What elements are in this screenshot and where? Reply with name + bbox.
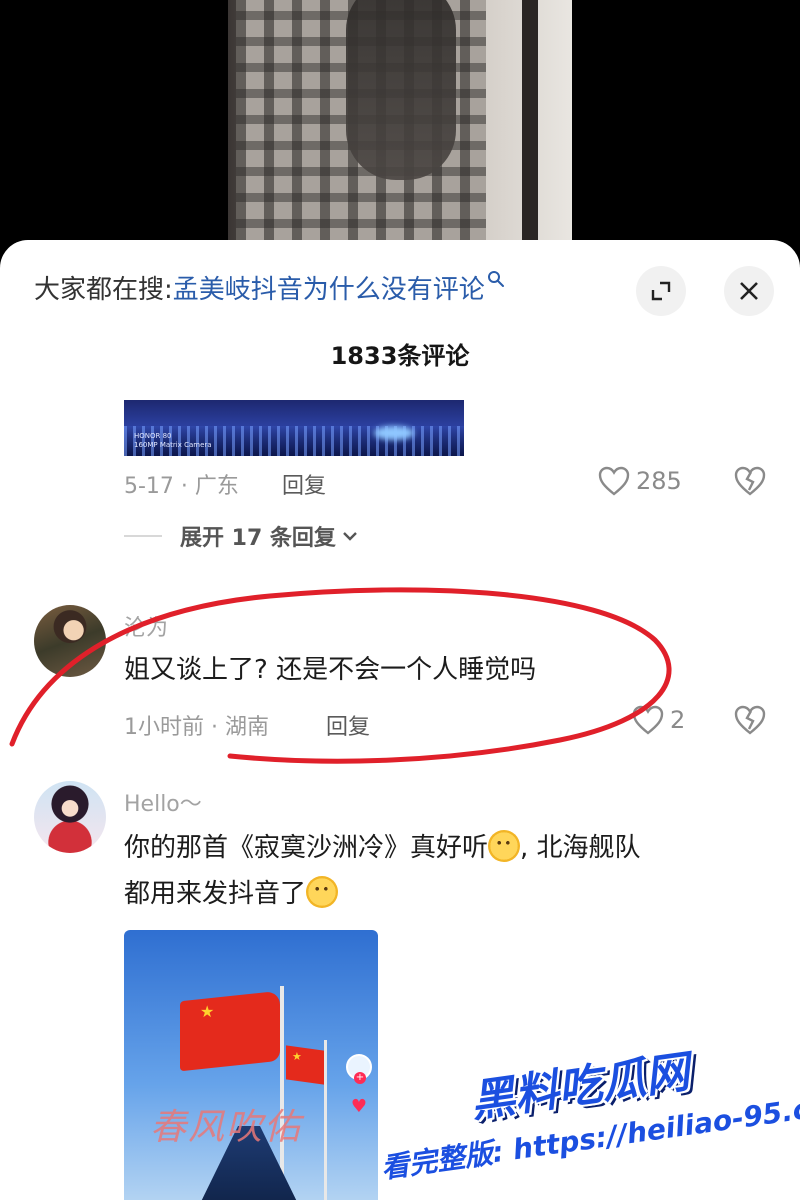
camera-watermark: HONOR 80 160MP Matrix Camera [134,432,212,449]
trending-search-query[interactable]: 孟美岐抖音为什么没有评论 [173,275,485,305]
calligraphy-caption: 春风吹佑 [150,1107,303,1148]
expand-replies[interactable]: 展开 17 条回复 [124,520,358,552]
expand-icon [651,281,671,301]
comment-username[interactable]: Hello～ [124,786,202,818]
dislike-button[interactable] [734,466,766,500]
trending-search[interactable]: 大家都在搜:孟美岐抖音为什么没有评论 [34,270,505,310]
comment-count: 1833条评论 [330,342,470,370]
comment-text-line2: 都用来发抖音了 [124,872,339,916]
video-side-actions: ♥ [346,1054,372,1117]
close-icon [740,282,758,300]
like-count: 285 [636,467,682,495]
star-icon: ★ [200,1002,215,1021]
video-player[interactable] [0,0,800,260]
video-door-frame [522,0,538,260]
expand-button[interactable] [636,266,686,316]
broken-heart-icon [734,466,766,496]
comment-video-thumbnail[interactable]: ★ ★ 春风吹佑 ♥ [124,930,378,1200]
comment-image-concert[interactable]: HONOR 80 160MP Matrix Camera [124,400,464,456]
star-icon: ★ [292,1050,302,1063]
expand-replies-label: 展开 17 条回复 [180,526,336,551]
trending-search-prefix: 大家都在搜: [34,275,173,305]
comment-sheet: 大家都在搜:孟美岐抖音为什么没有评论 1833条评论 HONOR 80 160M… [0,240,800,1200]
concert-light [374,426,414,440]
thinking-emoji-icon [488,830,521,862]
like-button[interactable]: 285 [598,466,682,496]
site-watermark: 黑料吃瓜网 看完整版: https://heiliao-95.com [368,1012,800,1200]
search-icon [487,271,504,287]
comment-meta: 5-17 · 广东 [124,474,239,499]
heart-icon: ♥ [350,1096,368,1117]
comment-text-part: , 北海舰队 [520,833,641,863]
close-button[interactable] [724,266,774,316]
heart-icon [598,466,630,496]
video-frame [228,0,572,260]
comment-text-part: 都用来发抖音了 [124,879,307,909]
red-flag [180,990,280,1072]
comment-text-part: 你的那首《寂寞沙洲冷》真好听 [124,833,489,863]
video-person-hair [346,0,456,180]
comment-text-line1: 你的那首《寂寞沙洲冷》真好听 , 北海舰队 [124,826,641,870]
chevron-down-icon [343,532,357,541]
flag-pole [324,1040,327,1200]
flag-pole [280,986,284,1200]
thinking-emoji-icon [306,876,339,908]
avatar[interactable] [34,781,106,853]
expand-divider [124,535,162,537]
reply-button[interactable]: 回复 [282,468,326,500]
red-circle-annotation [9,587,672,764]
